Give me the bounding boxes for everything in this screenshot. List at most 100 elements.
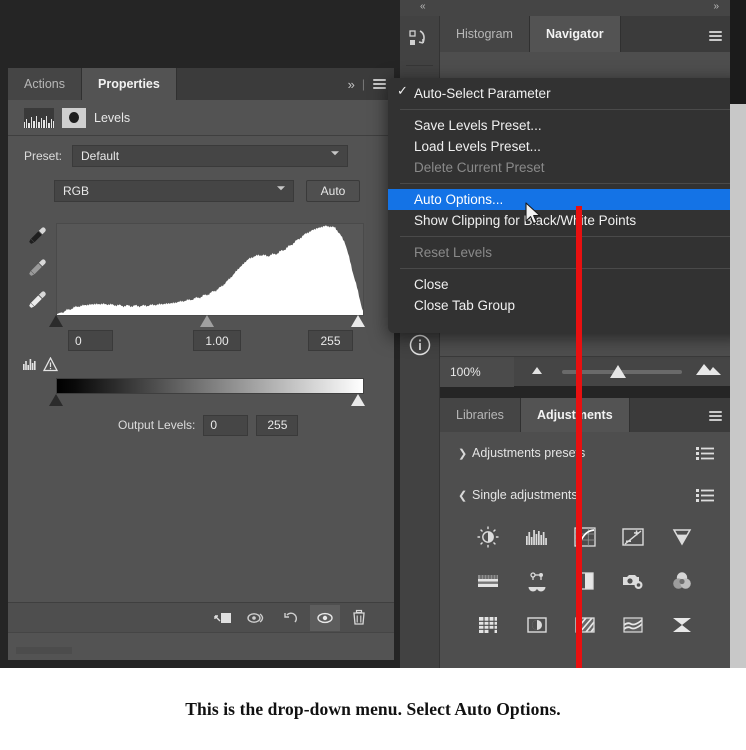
tab-adjustments-label: Adjustments (536, 408, 613, 422)
panel-menu-icon[interactable] (373, 77, 386, 91)
brightness-contrast-icon[interactable] (464, 520, 512, 554)
menu-item-load-levels-preset[interactable]: Load Levels Preset... (388, 136, 746, 157)
auto-button-label: Auto (320, 184, 346, 198)
toggle-previous-state-icon[interactable] (242, 605, 272, 631)
divider (406, 65, 433, 66)
threshold-icon[interactable] (609, 608, 657, 642)
gray-point-eyedropper-icon[interactable] (26, 252, 56, 284)
reset-icon[interactable] (276, 605, 306, 631)
input-gamma-slider[interactable] (200, 315, 214, 327)
exposure-icon[interactable] (609, 520, 657, 554)
adjustments-tabbar: Libraries Adjustments (440, 398, 730, 432)
menu-item-label: Close Tab Group (414, 298, 516, 313)
menu-item-auto-options[interactable]: Auto Options... (388, 189, 746, 210)
input-white-slider[interactable] (351, 315, 365, 327)
divider: | (361, 77, 365, 91)
input-levels-fields: 0 1.00 255 (56, 330, 364, 352)
tab-histogram-label: Histogram (456, 27, 513, 41)
white-point-eyedropper-icon[interactable] (26, 284, 56, 316)
delete-trash-icon[interactable] (344, 605, 374, 631)
tab-navigator-label: Navigator (545, 27, 604, 41)
output-black-slider[interactable] (49, 394, 63, 406)
tab-properties[interactable]: Properties (82, 68, 177, 100)
gradient-map-icon[interactable] (658, 608, 706, 642)
double-chevron-right-icon[interactable]: » (348, 77, 355, 92)
adjustment-icon-grid (440, 516, 730, 642)
navigator-zoom-row: 100% (440, 356, 730, 387)
color-lookup-icon[interactable] (464, 608, 512, 642)
panel-dropdown-menu[interactable]: Auto-Select Parameter Save Levels Preset… (388, 78, 746, 333)
tab-actions[interactable]: Actions (8, 68, 82, 100)
tab-libraries-label: Libraries (456, 408, 504, 422)
menu-item-show-clipping[interactable]: Show Clipping for Black/White Points (388, 210, 746, 231)
histogram-warning[interactable] (22, 356, 58, 372)
menu-item-label: Load Levels Preset... (414, 139, 541, 154)
preset-select[interactable]: Default (72, 145, 349, 167)
tab-properties-label: Properties (98, 77, 160, 91)
list-view-icon[interactable] (696, 488, 714, 502)
curves-icon[interactable] (561, 520, 609, 554)
menu-item-close-tab-group[interactable]: Close Tab Group (388, 295, 746, 316)
menu-item-save-levels-preset[interactable]: Save Levels Preset... (388, 115, 746, 136)
levels-histogram[interactable] (56, 223, 364, 316)
channel-mixer-icon[interactable] (658, 564, 706, 598)
menu-separator (400, 236, 734, 237)
menu-item-close[interactable]: Close (388, 274, 746, 295)
tab-actions-label: Actions (24, 77, 65, 91)
caption: This is the drop-down menu. Select Auto … (0, 668, 746, 750)
auto-button[interactable]: Auto (306, 180, 360, 202)
visibility-eye-icon[interactable] (310, 604, 340, 631)
menu-item-label: Reset Levels (414, 245, 493, 260)
screenshot-root: Actions Properties » | Levels Preset: De… (0, 0, 746, 750)
tab-navigator[interactable]: Navigator (529, 16, 621, 52)
zoom-in-icon[interactable] (694, 361, 724, 382)
input-levels-sliders (49, 315, 365, 329)
list-view-icon[interactable] (696, 446, 714, 460)
input-gamma-field[interactable]: 1.00 (193, 330, 241, 351)
zoom-slider-thumb[interactable] (610, 364, 626, 378)
double-chevron-left-icon[interactable]: « (420, 1, 425, 12)
zoom-out-icon[interactable] (528, 362, 550, 381)
menu-item-label: Auto-Select Parameter (414, 86, 551, 101)
posterize-icon[interactable] (561, 608, 609, 642)
output-white-slider[interactable] (351, 394, 365, 406)
panel-menu-icon[interactable] (709, 409, 722, 423)
menu-item-label: Auto Options... (414, 192, 504, 207)
section-adjustments-presets[interactable]: ❯ Adjustments presets (440, 432, 730, 474)
tab-libraries[interactable]: Libraries (440, 398, 521, 432)
photo-filter-icon[interactable] (609, 564, 657, 598)
output-white-field[interactable]: 255 (256, 414, 299, 436)
color-balance-icon[interactable] (512, 564, 560, 598)
black-white-icon[interactable] (561, 564, 609, 598)
adjustment-title: Levels (94, 110, 131, 125)
menu-item-reset-levels: Reset Levels (388, 242, 746, 263)
black-point-eyedropper-icon[interactable] (26, 220, 56, 252)
hue-saturation-icon[interactable] (464, 564, 512, 598)
section-adjustments-presets-label: Adjustments presets (472, 446, 586, 460)
chevron-right-icon: ❯ (458, 447, 468, 460)
clip-to-layer-icon[interactable] (208, 605, 238, 631)
channel-select[interactable]: RGB (54, 180, 294, 202)
menu-separator (400, 183, 734, 184)
output-levels-label: Output Levels: (118, 418, 196, 432)
navigator-tabbar: Histogram Navigator (440, 16, 730, 52)
histogram-plot (57, 225, 363, 315)
output-black-field[interactable]: 0 (203, 414, 249, 436)
input-white-field[interactable]: 255 (308, 330, 353, 351)
vibrance-icon[interactable] (658, 520, 706, 554)
menu-item-auto-select-parameter[interactable]: Auto-Select Parameter (388, 83, 746, 104)
invert-icon[interactable] (512, 608, 560, 642)
output-levels-gradient[interactable] (56, 378, 364, 394)
zoom-level-field[interactable]: 100% (440, 356, 514, 387)
double-chevron-right-icon[interactable]: » (713, 1, 718, 12)
properties-panel: Actions Properties » | Levels Preset: De… (8, 68, 394, 660)
history-actions-icon[interactable] (400, 16, 440, 62)
tab-histogram[interactable]: Histogram (440, 16, 530, 52)
input-black-slider[interactable] (49, 315, 63, 327)
section-single-adjustments[interactable]: ❮ Single adjustments (440, 474, 730, 516)
panel-menu-icon[interactable] (709, 29, 722, 43)
levels-icon[interactable] (512, 520, 560, 554)
input-black-field[interactable]: 0 (68, 330, 113, 351)
photoshop-window: Actions Properties » | Levels Preset: De… (0, 0, 746, 668)
levels-header: Levels (8, 100, 394, 136)
